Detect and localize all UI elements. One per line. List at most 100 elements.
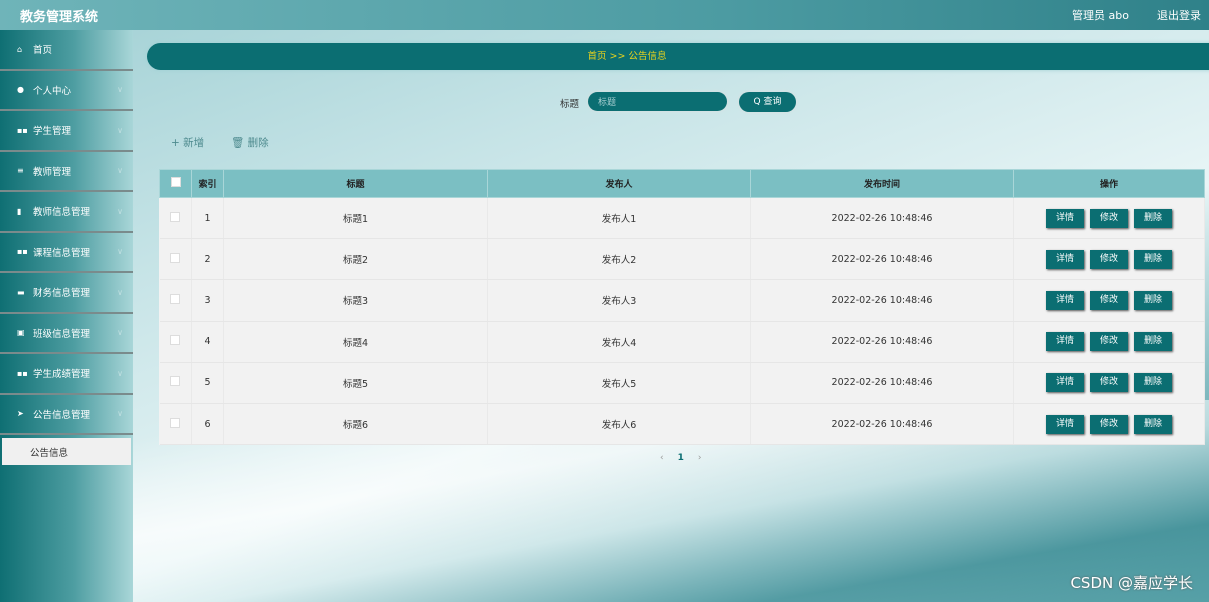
detail-row-button[interactable]: 详情 <box>1046 332 1084 352</box>
table-row: 3 标题3 发布人3 2022-02-26 10:48:46 详情 修改 删除 <box>159 279 1205 322</box>
search-input[interactable] <box>588 92 727 111</box>
row-checkbox[interactable] <box>170 376 181 387</box>
ops-cell: 详情 修改 删除 <box>1013 321 1205 363</box>
delete-row-button[interactable]: 删除 <box>1134 414 1172 434</box>
detail-row-button[interactable]: 详情 <box>1046 249 1084 269</box>
ops-cell: 详情 修改 删除 <box>1013 238 1205 281</box>
chevron-down-icon: ∨ <box>117 125 123 135</box>
submenu-item-notice[interactable]: 公告信息 <box>2 438 131 465</box>
delete-button[interactable]: 🗑 删除 <box>231 135 269 150</box>
logout-link[interactable]: 退出登录 <box>1157 7 1201 23</box>
sidebar-item-8[interactable]: ▪▪ 学生成绩管理 ∨ <box>0 354 133 395</box>
row-select-cell <box>159 279 192 322</box>
ops-cell: 详情 修改 删除 <box>1013 403 1205 446</box>
delete-row-button[interactable]: 删除 <box>1134 373 1172 393</box>
table-cell: 6 <box>191 403 224 446</box>
menu-icon: ≡ <box>17 166 24 176</box>
sidebar-item-1[interactable]: ● 个人中心 ∨ <box>0 71 133 111</box>
prev-page-button[interactable]: ‹ <box>660 453 664 463</box>
table-row: 6 标题6 发布人6 2022-02-26 10:48:46 详情 修改 删除 <box>159 403 1205 446</box>
delete-row-button[interactable]: 删除 <box>1134 208 1172 228</box>
table-cell: 2022-02-26 10:48:46 <box>750 403 1014 446</box>
add-button[interactable]: + 新增 <box>171 135 204 150</box>
chevron-down-icon: ∨ <box>117 328 123 338</box>
detail-row-button[interactable]: 详情 <box>1046 208 1084 228</box>
sidebar-item-label: 财务信息管理 <box>33 288 91 300</box>
table-cell: 5 <box>191 362 224 404</box>
watermark: CSDN @嘉应学长 <box>1070 574 1193 592</box>
menu-icon: ➤ <box>17 409 24 419</box>
sidebar-item-label: 班级信息管理 <box>33 328 91 340</box>
row-checkbox[interactable] <box>170 335 181 346</box>
column-header: 发布人 <box>487 169 751 198</box>
sidebar-item-0[interactable]: ⌂ 首页 <box>0 30 133 71</box>
column-header: 操作 <box>1013 169 1205 198</box>
table-cell: 发布人1 <box>487 197 751 240</box>
edit-row-button[interactable]: 修改 <box>1090 332 1128 352</box>
sidebar-item-4[interactable]: ▮ 教师信息管理 ∨ <box>0 192 133 233</box>
edit-row-button[interactable]: 修改 <box>1090 249 1128 269</box>
table-cell: 2022-02-26 10:48:46 <box>750 362 1014 404</box>
select-all-header <box>159 169 192 198</box>
table-cell: 2022-02-26 10:48:46 <box>750 238 1014 281</box>
table-cell: 4 <box>191 321 224 363</box>
chevron-down-icon: ∨ <box>117 368 123 378</box>
sidebar-item-6[interactable]: ▬ 财务信息管理 ∨ <box>0 273 133 314</box>
sidebar-item-label: 首页 <box>33 45 53 57</box>
table-cell: 标题3 <box>223 279 488 322</box>
detail-row-button[interactable]: 详情 <box>1046 414 1084 434</box>
row-checkbox[interactable] <box>170 252 181 263</box>
next-page-button[interactable]: › <box>698 453 702 463</box>
delete-row-button[interactable]: 删除 <box>1134 332 1172 352</box>
table-cell: 标题2 <box>223 238 488 281</box>
table-row: 4 标题4 发布人4 2022-02-26 10:48:46 详情 修改 删除 <box>159 321 1205 363</box>
sidebar-item-label: 教师管理 <box>33 166 72 178</box>
sidebar-item-3[interactable]: ≡ 教师管理 ∨ <box>0 152 133 192</box>
sidebar-item-2[interactable]: ▪▪ 学生管理 ∨ <box>0 111 133 152</box>
table-cell: 标题6 <box>223 403 488 446</box>
sidebar-item-label: 教师信息管理 <box>33 207 91 219</box>
edit-row-button[interactable]: 修改 <box>1090 208 1128 228</box>
breadcrumb: 首页 >> 公告信息 <box>147 43 1209 70</box>
table-cell: 3 <box>191 279 224 322</box>
chevron-down-icon: ∨ <box>117 85 123 95</box>
menu-icon: ▣ <box>17 328 25 338</box>
top-header: 教务管理系统 管理员 abo 退出登录 <box>0 0 1209 30</box>
sidebar-item-9[interactable]: ➤ 公告信息管理 ∨ <box>0 395 133 435</box>
row-select-cell <box>159 321 192 363</box>
ops-cell: 详情 修改 删除 <box>1013 362 1205 404</box>
delete-row-button[interactable]: 删除 <box>1134 290 1172 310</box>
table-cell: 2022-02-26 10:48:46 <box>750 279 1014 322</box>
detail-row-button[interactable]: 详情 <box>1046 290 1084 310</box>
page-1-button[interactable]: 1 <box>678 453 684 463</box>
search-label: 标题 <box>560 99 580 110</box>
table-cell: 2022-02-26 10:48:46 <box>750 321 1014 363</box>
table-cell: 2 <box>191 238 224 281</box>
table-cell: 标题1 <box>223 197 488 240</box>
edit-row-button[interactable]: 修改 <box>1090 373 1128 393</box>
menu-icon: ● <box>17 85 24 95</box>
menu-icon: ⌂ <box>17 44 23 54</box>
row-checkbox[interactable] <box>170 293 181 304</box>
table-cell: 1 <box>191 197 224 240</box>
sidebar-item-7[interactable]: ▣ 班级信息管理 ∨ <box>0 314 133 354</box>
delete-row-button[interactable]: 删除 <box>1134 249 1172 269</box>
chevron-down-icon: ∨ <box>117 287 123 297</box>
ops-cell: 详情 修改 删除 <box>1013 279 1205 322</box>
row-select-cell <box>159 238 192 281</box>
chevron-down-icon: ∨ <box>117 409 123 419</box>
row-checkbox[interactable] <box>170 417 181 428</box>
row-select-cell <box>159 362 192 404</box>
table-row: 5 标题5 发布人5 2022-02-26 10:48:46 详情 修改 删除 <box>159 362 1205 404</box>
row-select-cell <box>159 197 192 240</box>
row-checkbox[interactable] <box>170 211 181 222</box>
search-button[interactable]: Q 查询 <box>739 92 796 112</box>
sidebar-item-5[interactable]: ▪▪ 课程信息管理 ∨ <box>0 233 133 273</box>
detail-row-button[interactable]: 详情 <box>1046 373 1084 393</box>
edit-row-button[interactable]: 修改 <box>1090 414 1128 434</box>
app-title: 教务管理系统 <box>20 10 99 25</box>
notice-table: 索引 标题 发布人 发布时间 操作 1 标题1 发布人1 2022-02-26 10:48:4… <box>159 169 1205 446</box>
select-all-checkbox[interactable] <box>170 177 181 187</box>
edit-row-button[interactable]: 修改 <box>1090 290 1128 310</box>
menu-icon: ▪▪ <box>17 125 28 135</box>
